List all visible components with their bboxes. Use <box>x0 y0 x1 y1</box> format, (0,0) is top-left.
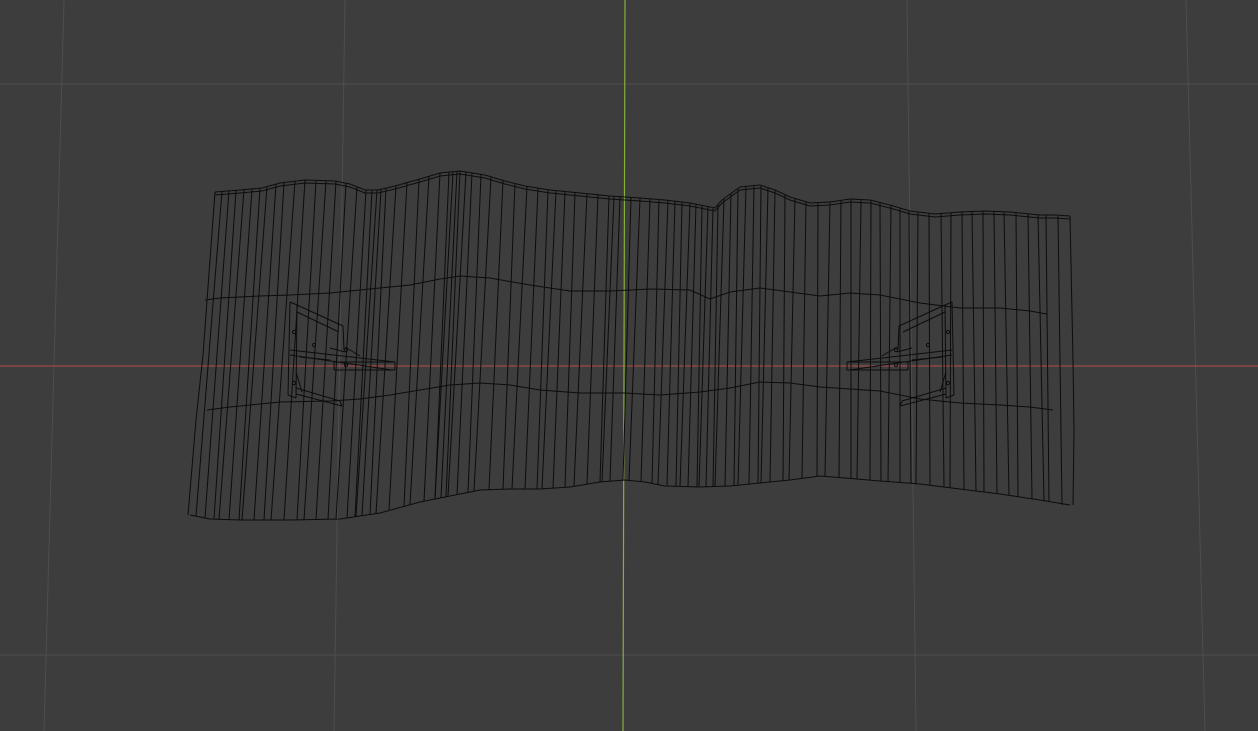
wall-edge <box>434 172 450 500</box>
wall-edge <box>869 200 872 481</box>
wall-edge <box>1045 214 1050 502</box>
wall-edge <box>488 180 504 490</box>
wall-edge <box>541 190 557 489</box>
wall-edge <box>586 194 599 485</box>
bolt-hole <box>945 380 951 386</box>
wall-edge <box>609 196 621 482</box>
wall-edge-loop <box>214 170 1071 217</box>
wall-edge <box>628 197 641 481</box>
bolt-hole <box>343 347 349 353</box>
wall-edge <box>1003 211 1010 496</box>
wall-edge <box>733 188 739 486</box>
wall-edge <box>757 185 762 484</box>
3d-viewport[interactable] <box>0 0 1258 731</box>
wall-edge <box>782 194 786 481</box>
bolt-hole <box>925 342 931 348</box>
wall-edge <box>552 191 566 489</box>
wall-edge <box>524 188 539 490</box>
wall-edge <box>403 179 420 507</box>
wall-edge <box>801 201 807 479</box>
wall-right-edge <box>1069 215 1075 506</box>
wall-edge <box>375 185 397 514</box>
wall-edge <box>737 186 747 486</box>
wall-edge <box>1015 212 1019 497</box>
bracket-edge <box>342 325 345 351</box>
bracket-edge <box>944 304 947 399</box>
wall-edge <box>769 189 776 483</box>
wall-edge <box>502 183 516 490</box>
wall-edge <box>666 201 676 487</box>
bracket-edge <box>295 387 341 402</box>
wall-right-edge <box>1057 215 1063 506</box>
wall-edge <box>651 199 660 484</box>
wall-edge <box>879 202 882 482</box>
wall-edge <box>838 200 842 478</box>
wall-edge <box>564 192 576 488</box>
wall-edge <box>687 204 697 487</box>
wall-edge-loop <box>189 475 1071 521</box>
wall-edge <box>696 205 703 487</box>
wall-edge <box>788 198 796 481</box>
wall-edge <box>940 213 945 488</box>
wall-edge <box>714 198 725 487</box>
wall-edge-loop <box>214 173 1071 220</box>
wall-edge <box>283 179 306 521</box>
wall-edge <box>915 211 919 484</box>
wall-edge <box>1027 213 1033 499</box>
wall-edge <box>445 170 461 497</box>
wall-edge <box>824 201 831 477</box>
bracket-edge <box>897 325 900 351</box>
wall-edge <box>856 199 862 480</box>
wall-edge <box>440 171 458 498</box>
wall-edge <box>961 211 965 490</box>
bracket-edge <box>287 301 291 396</box>
wall-edge-loop <box>204 275 1048 315</box>
wall-edge <box>303 180 327 520</box>
wall-left-edge <box>187 191 216 516</box>
wall-edge <box>712 204 719 487</box>
wall-edge <box>748 185 755 485</box>
bracket-left-wireframe[interactable] <box>287 301 396 407</box>
wall-mesh-wireframe[interactable] <box>187 170 1075 521</box>
wall-edge <box>335 186 358 520</box>
bolt-hole <box>893 347 899 353</box>
bolt-hole <box>311 342 317 348</box>
wall-edge <box>241 186 268 521</box>
bolt-hole <box>291 380 297 386</box>
bolt-hole <box>291 329 297 335</box>
wall-edge <box>816 202 819 477</box>
wall-edge <box>982 211 985 493</box>
wall-edge <box>473 176 492 492</box>
bracket-edge <box>951 301 955 396</box>
wall-edge <box>1037 214 1045 501</box>
wall-edge <box>657 200 669 485</box>
viewport-canvas[interactable] <box>0 0 1258 731</box>
wall-edge <box>511 186 528 490</box>
wall-edge <box>388 182 408 511</box>
wall-edge <box>315 181 337 520</box>
wall-edge <box>263 182 285 521</box>
bolt-hole <box>945 329 951 335</box>
wall-edge <box>993 211 998 494</box>
wall-edge <box>640 198 651 482</box>
wall-edge <box>724 193 732 487</box>
wall-edge <box>573 193 588 487</box>
wall-edge <box>355 189 378 517</box>
bolt-hole <box>893 362 899 368</box>
wall-edge <box>971 211 977 492</box>
wall-edge <box>887 205 892 482</box>
bracket-edge <box>289 301 298 306</box>
wall-edge <box>928 213 931 486</box>
wall-edge <box>536 189 549 490</box>
wall-edge <box>760 187 769 483</box>
wall-edge <box>296 180 317 520</box>
